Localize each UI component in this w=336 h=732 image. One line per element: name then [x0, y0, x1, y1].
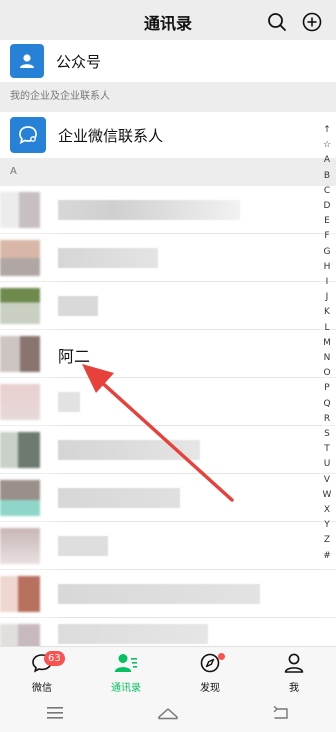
- contact-name-blurred: [58, 440, 200, 460]
- tab-label: 微信: [32, 683, 52, 694]
- tab-me[interactable]: 我: [252, 647, 336, 697]
- tab-chats[interactable]: 63 微信: [0, 647, 84, 697]
- top-bar: 通讯录: [0, 0, 336, 44]
- alpha-index-letter[interactable]: K: [324, 305, 330, 320]
- alpha-index-letter[interactable]: P: [324, 381, 329, 396]
- tab-label: 我: [289, 683, 299, 694]
- alpha-index-letter[interactable]: G: [324, 245, 331, 260]
- alpha-index-letter[interactable]: U: [324, 457, 331, 472]
- alpha-index-letter[interactable]: Y: [324, 518, 330, 533]
- menu-icon[interactable]: [46, 705, 64, 724]
- alpha-index-letter[interactable]: A: [324, 153, 330, 168]
- alpha-index-letter[interactable]: E: [324, 214, 330, 229]
- contact-avatar: [0, 336, 40, 372]
- alpha-index-letter[interactable]: ↑: [323, 123, 331, 138]
- back-icon[interactable]: [272, 705, 290, 724]
- alpha-index-letter[interactable]: C: [324, 184, 330, 199]
- enterprise-chat-icon: [10, 117, 46, 153]
- contact-avatar: [0, 240, 40, 276]
- tab-label: 通讯录: [111, 683, 141, 694]
- contact-name-blurred: [58, 248, 158, 268]
- bottom-tab-bar: 63 微信 通讯录 发现 我: [0, 646, 336, 697]
- contact-row[interactable]: [0, 186, 336, 233]
- contact-row[interactable]: [0, 282, 336, 329]
- alpha-index-letter[interactable]: R: [324, 412, 330, 427]
- alpha-index-letter[interactable]: V: [324, 473, 330, 488]
- enterprise-contacts-row[interactable]: 企业微信联系人: [0, 112, 336, 158]
- alpha-index-letter[interactable]: O: [323, 366, 330, 381]
- contact-row[interactable]: [0, 570, 336, 617]
- alpha-index-letter[interactable]: B: [324, 169, 330, 184]
- contact-avatar: [0, 528, 40, 564]
- page-title: 通讯录: [143, 14, 192, 33]
- search-icon[interactable]: [265, 10, 289, 34]
- alpha-index-letter[interactable]: ☆: [323, 138, 331, 153]
- contact-row[interactable]: [0, 522, 336, 569]
- tab-label: 发现: [200, 683, 220, 694]
- contact-name-blurred: [58, 536, 108, 556]
- alpha-index-letter[interactable]: N: [324, 351, 331, 366]
- contact-avatar: [0, 432, 40, 468]
- contact-avatar: [0, 576, 40, 612]
- contact-row[interactable]: [0, 618, 336, 646]
- alpha-index-letter[interactable]: J: [326, 290, 329, 305]
- contact-name-blurred: [58, 200, 240, 220]
- alpha-index-letter[interactable]: X: [324, 503, 330, 518]
- tab-contacts[interactable]: 通讯录: [84, 647, 168, 697]
- contact-row[interactable]: [0, 474, 336, 521]
- alpha-index-letter[interactable]: F: [324, 229, 329, 244]
- unread-badge: 63: [44, 651, 65, 666]
- contact-name: 阿二: [58, 347, 91, 366]
- notification-dot: [218, 653, 225, 660]
- alpha-index-letter[interactable]: S: [324, 427, 330, 442]
- contact-name-blurred: [58, 584, 260, 604]
- add-icon[interactable]: [300, 10, 324, 34]
- enterprise-section-header: 我的企业及企业联系人: [0, 82, 336, 112]
- system-nav-bar: [0, 697, 336, 732]
- person-icon: [10, 44, 44, 78]
- alphabet-index[interactable]: ↑ ☆ A B C D E F G H I J K L M N O P Q R S T U V W X Y Z #: [320, 123, 334, 564]
- alpha-index-letter[interactable]: #: [323, 549, 331, 564]
- contact-name-blurred: [58, 392, 80, 412]
- contact-name-blurred: [58, 296, 98, 316]
- contact-row[interactable]: [0, 234, 336, 281]
- contact-name-blurred: [58, 488, 180, 508]
- contact-avatar: [0, 624, 40, 646]
- person-outline-icon: [283, 653, 305, 677]
- alpha-index-letter[interactable]: M: [323, 336, 331, 351]
- contact-avatar: [0, 288, 40, 324]
- contact-avatar: [0, 192, 40, 228]
- contact-row-highlighted[interactable]: 阿二: [0, 330, 336, 377]
- section-letter-a: A: [10, 166, 17, 177]
- tab-discover[interactable]: 发现: [168, 647, 252, 697]
- contact-avatar: [0, 480, 40, 516]
- enterprise-contacts-label: 企业微信联系人: [58, 126, 164, 145]
- home-icon[interactable]: [157, 705, 179, 724]
- contact-row[interactable]: [0, 426, 336, 473]
- alpha-index-letter[interactable]: L: [324, 321, 329, 336]
- contacts-icon: [114, 653, 138, 677]
- enterprise-section-title: 我的企业及企业联系人: [10, 91, 110, 102]
- alpha-index-letter[interactable]: T: [324, 442, 330, 457]
- alpha-index-letter[interactable]: W: [323, 488, 332, 503]
- contact-avatar: [0, 384, 40, 420]
- alpha-index-letter[interactable]: H: [324, 260, 331, 275]
- alpha-index-letter[interactable]: Q: [323, 397, 330, 412]
- official-accounts-label: 公众号: [56, 52, 102, 71]
- official-accounts-row[interactable]: 公众号: [0, 40, 336, 82]
- contact-row[interactable]: [0, 378, 336, 425]
- contact-name-blurred: [58, 624, 208, 644]
- alpha-index-letter[interactable]: D: [324, 199, 331, 214]
- alpha-index-letter[interactable]: I: [326, 275, 329, 290]
- section-header-a: A: [0, 158, 336, 186]
- alpha-index-letter[interactable]: Z: [324, 533, 330, 548]
